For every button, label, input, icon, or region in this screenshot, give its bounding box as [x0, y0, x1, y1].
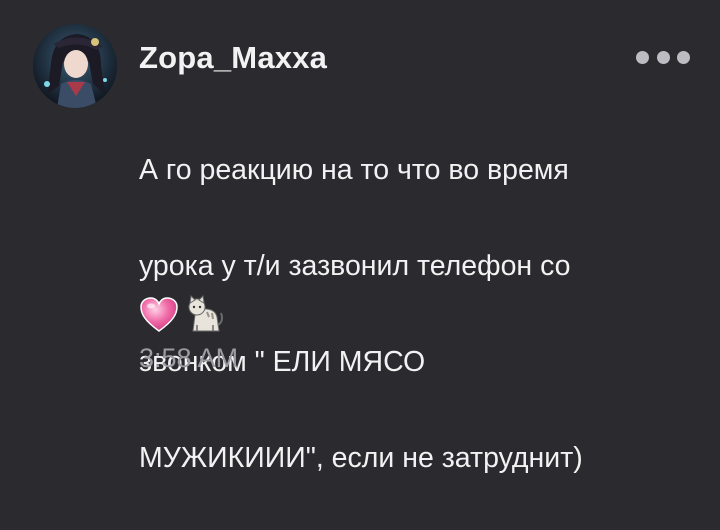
heart-icon [140, 297, 178, 332]
more-dot-icon [677, 50, 690, 64]
timestamp: 3:58 AM [139, 343, 239, 373]
more-dot-icon [636, 50, 649, 64]
more-options-button[interactable] [632, 42, 694, 72]
cat-icon [188, 295, 223, 332]
emoji-row [139, 292, 225, 338]
message-line: урока у т/и зазвонил телефон со [139, 250, 571, 282]
username[interactable]: Zopa_Maxxa [139, 40, 327, 76]
message-line: А го реакцию на то что во время [139, 154, 569, 186]
avatar-image [33, 24, 117, 108]
chat-message: Zopa_Maxxa А го реакцию на то что во вре… [0, 0, 720, 474]
message-line: МУЖИКИИИ", если не затруднит) [139, 442, 583, 474]
more-dot-icon [656, 50, 670, 64]
avatar[interactable] [33, 24, 117, 108]
